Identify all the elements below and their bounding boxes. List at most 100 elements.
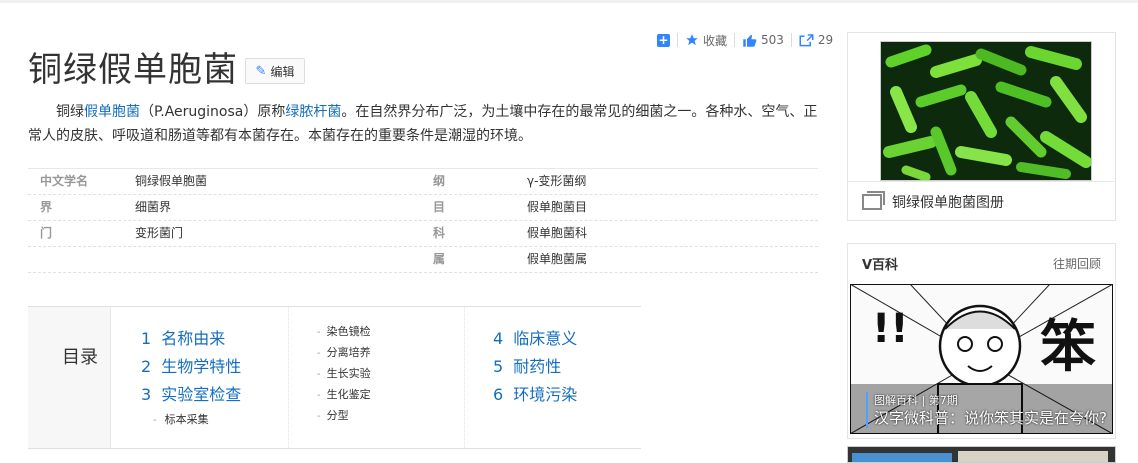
toc-sublabel: 分离培养 — [326, 346, 371, 359]
toc-subitem[interactable]: - 分型 — [317, 405, 464, 426]
comic-title: 汉字微科普：说你笨其实是在夸你? — [866, 407, 1107, 428]
favorite-button[interactable]: 收藏 — [678, 32, 734, 49]
summary: 铜绿假单胞菌（P.Aeruginosa）原称绿脓杆菌。在自然界分布广泛，为土壤中… — [28, 100, 818, 148]
info-value — [135, 247, 425, 272]
action-bar: + 收藏 503 29 — [650, 30, 840, 50]
toc-subitem[interactable]: - 生化鉴定 — [317, 384, 464, 405]
v-baike-header: V百科 往期回顾 — [848, 244, 1115, 282]
album-caption[interactable]: 铜绿假单胞菌图册 — [848, 181, 1115, 221]
toc-label: 实验室检查 — [161, 385, 242, 404]
table-of-contents: 目录 1 名称由来 2 生物学特性 3 实验室检查 - 标本采集 - 染色镜检 - 分离培养… — [28, 306, 641, 449]
share-icon — [799, 34, 814, 47]
toc-sublabel: 生长实验 — [326, 367, 371, 380]
info-key — [28, 247, 135, 272]
star-icon — [686, 34, 698, 46]
toc-sublabel: 染色镜检 — [326, 325, 371, 338]
share-count: 29 — [817, 33, 834, 47]
add-button[interactable]: + — [650, 32, 677, 47]
toc-label: 环境污染 — [513, 385, 578, 404]
toc-subitem[interactable]: - 标本采集 — [141, 409, 288, 430]
plus-icon: + — [657, 32, 670, 47]
comic-meta: 图解百科 | 第7期 — [866, 392, 958, 408]
toc-sublabel: 生化鉴定 — [326, 388, 371, 401]
edit-button[interactable]: ✎ 编辑 — [245, 58, 305, 84]
album-caption-text: 铜绿假单胞菌图册 — [892, 194, 1004, 211]
share-button[interactable]: 29 — [792, 33, 840, 47]
toc-column: 4 临床意义 5 耐药性 6 环境污染 — [464, 307, 577, 448]
album-card[interactable]: 铜绿假单胞菌图册 — [847, 32, 1116, 221]
toc-num: 6 — [493, 385, 504, 404]
toc-num: 2 — [141, 357, 152, 376]
basic-info: 中文学名 铜绿假单胞菌 纲 γ-变形菌纲 界 细菌界 目 假单胞菌目 门 变形菌… — [28, 168, 818, 273]
info-value: 铜绿假单胞菌 — [135, 174, 208, 188]
preview-thumb — [958, 451, 1108, 462]
page-title: 铜绿假单胞菌 — [28, 50, 238, 90]
comic-big-char: 笨 — [1040, 315, 1096, 380]
info-value: 变形菌门 — [135, 226, 184, 240]
bullet-icon: - — [317, 348, 321, 359]
past-issues-link[interactable]: 往期回顾 — [1053, 255, 1101, 272]
toc-num: 4 — [493, 329, 504, 348]
v-baike-title: V百科 — [862, 257, 899, 273]
toc-column: 1 名称由来 2 生物学特性 3 实验室检查 - 标本采集 — [111, 307, 288, 448]
info-row: 界 细菌界 目 假单胞菌目 — [28, 195, 818, 221]
summary-text: 铜绿 — [56, 104, 84, 120]
info-value: 假单胞菌目 — [527, 200, 588, 214]
info-row: 属 假单胞菌属 — [28, 247, 818, 273]
info-value: γ-变形菌纲 — [527, 174, 587, 188]
toc-label: 耐药性 — [513, 357, 562, 376]
next-card-preview[interactable] — [847, 446, 1116, 463]
toc-item[interactable]: 3 实验室检查 — [141, 381, 288, 409]
v-baike-card: V百科 往期回顾 !! 笨 图解百科 | 第7期 汉字微科普：说你笨其实是在夸你… — [847, 243, 1116, 439]
toc-item[interactable]: 6 环境污染 — [493, 381, 577, 409]
toc-subitem[interactable]: - 染色镜检 — [317, 321, 464, 342]
comic-exclaim: !! — [872, 306, 908, 352]
toc-label: 生物学特性 — [161, 357, 242, 376]
bacteria-image[interactable] — [880, 41, 1092, 181]
toc-item[interactable]: 1 名称由来 — [141, 325, 288, 353]
toc-label: 临床意义 — [513, 329, 578, 348]
info-key: 属 — [433, 252, 446, 266]
toc-sublabel: 标本采集 — [164, 413, 209, 426]
favorite-label: 收藏 — [703, 33, 728, 48]
toc-item[interactable]: 4 临床意义 — [493, 325, 577, 353]
info-key: 中文学名 — [40, 174, 89, 188]
toc-sublabel: 分型 — [326, 409, 349, 422]
pencil-icon: ✎ — [255, 63, 267, 79]
info-key: 门 — [40, 226, 53, 240]
comic-image[interactable]: !! 笨 图解百科 | 第7期 汉字微科普：说你笨其实是在夸你? — [850, 284, 1113, 434]
like-count: 503 — [761, 33, 784, 47]
info-row: 门 变形菌门 科 假单胞菌科 — [28, 221, 818, 247]
toc-num: 3 — [141, 385, 152, 404]
info-key: 纲 — [433, 174, 446, 188]
info-value: 假单胞菌科 — [527, 226, 588, 240]
bullet-icon: - — [317, 390, 321, 401]
gallery-icon — [862, 190, 885, 210]
toc-num: 5 — [493, 357, 504, 376]
link-pseudomonas[interactable]: 假单胞菌 — [84, 104, 140, 120]
toc-subitem[interactable]: - 生长实验 — [317, 363, 464, 384]
info-value: 假单胞菌属 — [527, 252, 588, 266]
bacteria-illustration — [881, 42, 1091, 180]
toc-column: - 染色镜检 - 分离培养 - 生长实验 - 生化鉴定 - 分型 — [288, 307, 464, 448]
bullet-icon: - — [153, 415, 157, 426]
toc-item[interactable]: 2 生物学特性 — [141, 353, 288, 381]
info-key: 科 — [433, 226, 446, 240]
toc-subitem[interactable]: - 分离培养 — [317, 342, 464, 363]
toc-item[interactable]: 5 耐药性 — [493, 353, 577, 381]
info-row: 中文学名 铜绿假单胞菌 纲 γ-变形菌纲 — [28, 168, 818, 195]
bullet-icon: - — [317, 369, 321, 380]
info-key: 界 — [40, 200, 53, 214]
thumbs-up-icon — [743, 34, 757, 47]
toc-heading: 目录 — [28, 307, 111, 448]
like-button[interactable]: 503 — [735, 33, 791, 48]
info-key: 目 — [433, 200, 446, 214]
link-bacillus[interactable]: 绿脓杆菌 — [285, 104, 341, 120]
top-border — [0, 0, 1138, 3]
edit-label: 编辑 — [270, 64, 295, 79]
toc-label: 名称由来 — [161, 329, 226, 348]
toc-num: 1 — [141, 329, 152, 348]
bullet-icon: - — [317, 327, 321, 338]
info-value: 细菌界 — [135, 200, 172, 214]
bullet-icon: - — [317, 411, 321, 422]
